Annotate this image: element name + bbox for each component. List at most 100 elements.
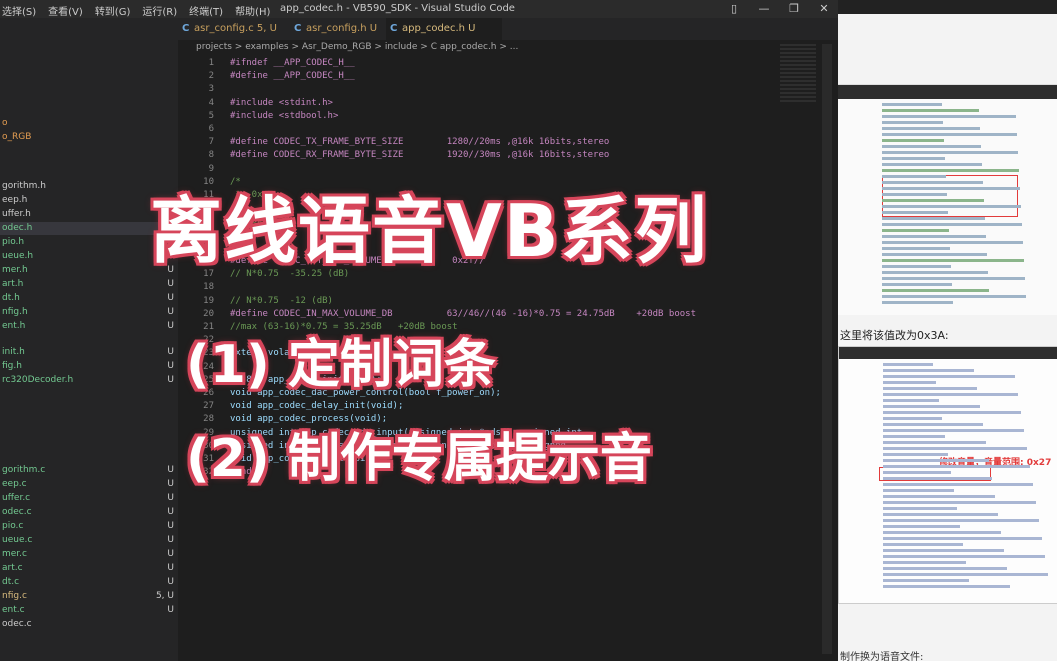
git-status-badge: U — [167, 493, 174, 503]
menu-item[interactable]: 转到(G) — [95, 3, 131, 18]
git-status-badge: U — [167, 507, 174, 517]
minimize-button[interactable]: — — [758, 2, 770, 15]
reference-code-stroke — [882, 127, 980, 130]
file-name: dt.h — [2, 293, 20, 303]
git-status-badge: U — [167, 347, 174, 357]
git-status-badge: U — [167, 293, 174, 303]
line-number: 5 — [208, 110, 214, 121]
file-name: gorithm.h — [2, 181, 46, 191]
reference-code-stroke — [882, 169, 1019, 172]
minimap[interactable] — [780, 44, 816, 104]
reference-code-stroke — [883, 573, 1048, 576]
reference-code-stroke — [882, 181, 983, 184]
reference-code-stroke — [882, 133, 1017, 136]
explorer-file-item[interactable]: odec.c — [0, 618, 178, 631]
overlay-title: 离线语音VB系列 — [150, 189, 709, 273]
reference-code-stroke — [883, 519, 1039, 522]
explorer-file-item[interactable]: o_RGB — [0, 131, 178, 144]
git-status-badge: U — [167, 605, 174, 615]
code-line: #define CODEC_TX_FRAME_BYTE_SIZE 1280//2… — [230, 137, 610, 148]
reference-code-stroke — [883, 411, 1021, 414]
explorer-file-item[interactable]: nfig.h U — [0, 306, 178, 319]
explorer-file-item[interactable]: fig.h U — [0, 360, 178, 373]
explorer-file-item[interactable]: art.h U — [0, 278, 178, 291]
reference-code-stroke — [882, 277, 1025, 280]
explorer-file-item[interactable]: art.c U — [0, 562, 178, 575]
reference-code-stroke — [883, 525, 960, 528]
layout-icon[interactable]: ▯ — [728, 2, 740, 15]
explorer-file-item[interactable]: dt.c U — [0, 576, 178, 589]
git-status-badge: U — [167, 307, 174, 317]
explorer-file-item[interactable]: nfig.c 5, U — [0, 590, 178, 603]
line-number: 7 — [208, 137, 214, 148]
menu-item[interactable]: 终端(T) — [189, 3, 223, 18]
menu-item[interactable]: 选择(S) — [2, 3, 36, 18]
reference-code-stroke — [882, 271, 988, 274]
reference-code-stroke — [883, 417, 942, 420]
editor-scrollbar[interactable] — [822, 44, 832, 654]
explorer-file-item[interactable]: mer.c U — [0, 548, 178, 561]
reference-code-stroke — [883, 549, 1004, 552]
reference-code-stroke — [882, 283, 952, 286]
git-status-badge: U — [167, 375, 174, 385]
explorer-file-item[interactable]: o — [0, 117, 178, 130]
title-bar: 选择(S) 查看(V) 转到(G) 运行(R) 终端(T) 帮助(H) app_codec… — [0, 0, 838, 18]
explorer-file-item[interactable]: odec.c U — [0, 506, 178, 519]
explorer-sidebar: o o_RGB gorithm.h eep.h uffer.h odec.h Upio.h U… — [0, 18, 178, 661]
reference-code-stroke — [882, 253, 987, 256]
reference-code-stroke — [883, 453, 948, 456]
breadcrumb[interactable]: projects > examples > Asr_Demo_RGB > inc… — [196, 42, 518, 52]
git-status-badge: U — [167, 549, 174, 559]
file-name: odec.h — [2, 223, 33, 233]
c-file-icon: C — [390, 23, 398, 34]
reference-code-stroke — [883, 507, 957, 510]
reference-code-stroke — [883, 429, 1024, 432]
menu-item[interactable]: 查看(V) — [48, 3, 83, 18]
explorer-file-item[interactable]: uffer.c U — [0, 492, 178, 505]
reference-code-image-1 — [838, 84, 1057, 315]
reference-code-stroke — [882, 139, 944, 142]
explorer-file-item[interactable]: ent.h U — [0, 320, 178, 333]
reference-code-stroke — [882, 211, 948, 214]
panel-header — [838, 0, 1057, 14]
explorer-file-item[interactable]: pio.c U — [0, 520, 178, 533]
code-line: #define CODEC_RX_FRAME_BYTE_SIZE 1920//3… — [230, 150, 610, 161]
explorer-file-item[interactable]: dt.h U — [0, 292, 178, 305]
file-name: dt.c — [2, 577, 20, 587]
explorer-file-item[interactable]: gorithm.c U — [0, 464, 178, 477]
menu-item[interactable]: 帮助(H) — [235, 3, 270, 18]
explorer-file-item[interactable]: rc320Decoder.h U — [0, 374, 178, 387]
file-name: nfig.h — [2, 307, 28, 317]
menu-item[interactable]: 运行(R) — [142, 3, 177, 18]
reference-code-stroke — [882, 229, 949, 232]
reference-code-stroke — [883, 435, 945, 438]
reference-code-stroke — [882, 109, 979, 112]
reference-code-stroke — [883, 423, 983, 426]
explorer-file-item[interactable]: ent.c U — [0, 604, 178, 617]
reference-code-stroke — [883, 513, 998, 516]
file-name: o — [2, 118, 8, 128]
maximize-button[interactable]: ❐ — [788, 2, 800, 15]
code-line: // N*0.75 -12 (dB) — [230, 295, 333, 306]
file-name: ueue.h — [2, 251, 34, 261]
close-button[interactable]: ✕ — [818, 2, 830, 15]
line-number: 1 — [208, 58, 214, 68]
tab-asr-config-c[interactable]: Casr_config.c 5, U — [178, 18, 304, 40]
file-name: ueue.c — [2, 535, 33, 545]
explorer-file-item[interactable]: init.h U — [0, 346, 178, 359]
reference-code-stroke — [882, 259, 1024, 262]
file-name: eep.c — [2, 479, 27, 489]
reference-code-stroke — [882, 193, 947, 196]
tab-asr-config-h[interactable]: Casr_config.h U — [290, 18, 396, 40]
reference-header — [839, 347, 1057, 359]
window-controls: ▯ — ❐ ✕ — [728, 2, 830, 15]
file-name: eep.h — [2, 195, 28, 205]
reference-code-stroke — [883, 387, 977, 390]
explorer-file-item[interactable]: eep.c U — [0, 478, 178, 491]
tab-app-codec-h[interactable]: Capp_codec.h U — [386, 18, 502, 40]
explorer-file-item[interactable]: ueue.c U — [0, 534, 178, 547]
reference-code-stroke — [883, 579, 969, 582]
file-name: mer.c — [2, 549, 27, 559]
code-line: #include <stdbool.h> — [230, 110, 339, 121]
line-number: 20 — [203, 308, 214, 319]
